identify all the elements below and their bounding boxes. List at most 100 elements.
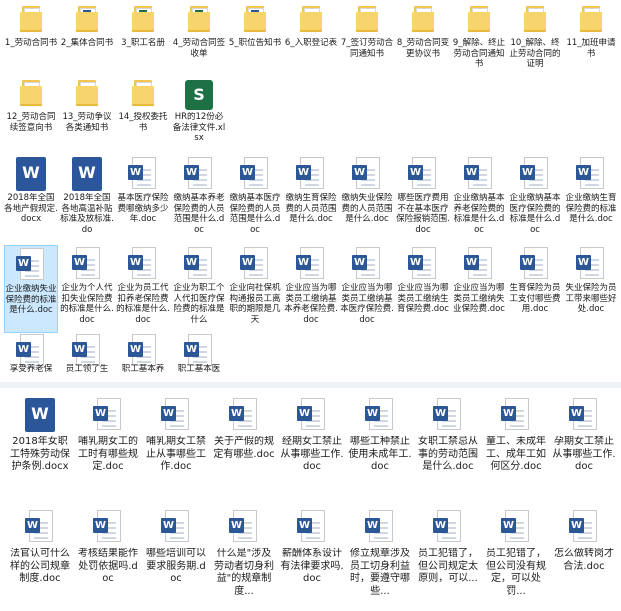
file-item[interactable]: W 考核结果能作处罚依据吗.doc xyxy=(76,508,140,608)
file-item[interactable]: W 薪酬体系设计有法律要求吗.doc xyxy=(280,508,344,608)
file-item[interactable]: W 哪些工种禁止使用未成年工.doc xyxy=(348,396,412,494)
file-item[interactable]: W 员工领了生 xyxy=(60,334,114,376)
word-badge-icon: W xyxy=(365,406,380,421)
file-item[interactable]: W 哪些培训可以要求服务期.doc xyxy=(144,508,208,608)
folder-front xyxy=(188,12,210,32)
file-item[interactable]: W 孕期女工禁止从事哪些工作.doc xyxy=(552,396,616,494)
word-doc-icon: W xyxy=(72,247,102,281)
folder-item[interactable]: 14_授权委托书 xyxy=(116,76,170,146)
file-item[interactable]: W 2018年全国各地高温补贴标准及放标准.do xyxy=(60,155,114,243)
excel-letter: S xyxy=(193,85,205,104)
word-badge-icon: W xyxy=(161,406,176,421)
file-item[interactable]: W 2018年女职工特殊劳动保护条例.docx xyxy=(8,396,72,494)
folder-item[interactable]: 1_劳动合同书 xyxy=(4,2,58,72)
word-doc-icon: W xyxy=(161,510,191,544)
word-doc-icon: W xyxy=(240,247,270,281)
file-item[interactable]: W 企业应当为哪类员工缴纳失业保险费.doc xyxy=(452,245,506,333)
file-item[interactable]: W 经期女工禁止从事哪些工作.doc xyxy=(280,396,344,494)
file-item[interactable]: W 企业缴纳基本养老保险费的标准是什么.doc xyxy=(452,155,506,243)
folder-icon xyxy=(468,6,490,32)
folder-item[interactable]: 10_解除、终止劳动合同的证明 xyxy=(508,2,562,72)
word-letter: W xyxy=(22,163,40,182)
doc-line xyxy=(442,537,456,539)
file-item[interactable]: W 修立规章涉及员工切身利益时，要遵守哪些... xyxy=(348,508,412,608)
file-item[interactable]: W 企业向社保机构通报员工离职的期限是几天 xyxy=(228,245,282,333)
folder-item[interactable]: 3_职工名册 xyxy=(116,2,170,72)
file-label: 4_劳动合同签收单 xyxy=(172,38,226,59)
word-doc-icon: W xyxy=(520,157,550,191)
file-item[interactable]: W 企业为个人代扣失业保险费的标准是什么.doc xyxy=(60,245,114,333)
file-item[interactable]: W 企业为职工个人代扣医疗保险费的标准是什么 xyxy=(172,245,226,333)
file-item[interactable]: W 关于产假的规定有哪些.doc xyxy=(212,396,276,494)
doc-line xyxy=(238,425,252,427)
file-item[interactable]: W 失业保险为员工带来哪些好处.doc xyxy=(564,245,618,333)
file-item[interactable]: W 企业为员工代扣养老保险费的标准是什么.doc xyxy=(116,245,170,333)
folder-item[interactable]: 5_职位告知书 xyxy=(228,2,282,72)
file-label: 缴纳生育保险费的人员范围是什么.doc xyxy=(285,193,337,225)
word-badge-icon: W xyxy=(408,165,423,180)
folder-icon xyxy=(188,6,210,32)
file-item[interactable]: W 企业应当为哪类员工缴纳基本医疗保险费.doc xyxy=(340,245,394,333)
file-item[interactable]: W 享受养老保 xyxy=(4,334,58,376)
file-item[interactable]: W 缴纳失业保险费的人员范围是什么.doc xyxy=(340,155,394,243)
file-item[interactable]: W 哪些医疗费用不在基本医疗保险报销范围.doc xyxy=(396,155,450,243)
folder-item[interactable]: 8_劳动合同变更协议书 xyxy=(396,2,450,72)
folder-item[interactable]: 4_劳动合同签收单 xyxy=(172,2,226,72)
file-item[interactable]: W 哺乳期女工的工时有哪些规定.doc xyxy=(76,396,140,494)
word-doc-icon: W xyxy=(501,398,531,432)
doc-line xyxy=(578,425,592,427)
doc-line xyxy=(137,361,151,363)
doc-line xyxy=(249,274,263,276)
doc-line xyxy=(585,184,599,186)
file-label: 哪些培训可以要求服务期.doc xyxy=(146,548,206,584)
folder-item[interactable]: 12_劳动合同续签意向书 xyxy=(4,76,58,146)
folder-item[interactable]: 13_劳动争议各类通知书 xyxy=(60,76,114,146)
folder-item[interactable]: S HR的12份必备法律文件.xlsx xyxy=(172,76,226,146)
file-item[interactable]: W 企业缴纳基本医疗保险费的标准是什么.doc xyxy=(508,155,562,243)
file-label: 女职工禁忌从事的劳动范围是什么.doc xyxy=(418,436,478,472)
file-item[interactable]: W 职工基本养 xyxy=(116,334,170,376)
file-item[interactable]: W 缴纳生育保险费的人员范围是什么.doc xyxy=(284,155,338,243)
file-item[interactable]: W 基本医疗保险费哪缴纳多少年.doc xyxy=(116,155,170,243)
file-label: 9_解除、终止劳动合同通知书 xyxy=(452,38,506,70)
file-item[interactable]: W 缴纳基本医疗保险费的人员范围是什么.doc xyxy=(228,155,282,243)
file-label: 企业应当为哪类员工缴纳基本养老保险费.doc xyxy=(284,283,338,325)
file-item[interactable]: W 员工犯错了，但公司没有规定，可以处罚... xyxy=(484,508,548,608)
section-divider xyxy=(0,382,621,388)
file-item[interactable]: W 职工基本医 xyxy=(172,334,226,376)
file-item[interactable]: W 缴纳基本养老保险费的人员范围是什么.doc xyxy=(172,155,226,243)
file-item[interactable]: W 哺乳期女工禁止从事哪些工作.doc xyxy=(144,396,208,494)
folder-item[interactable]: 7_签订劳动合同通知书 xyxy=(340,2,394,72)
file-item[interactable]: W 生育保险为员工支付哪些费用.doc xyxy=(508,245,562,333)
doc-line xyxy=(102,425,116,427)
folder-front xyxy=(20,12,42,32)
file-item[interactable]: W 怎么做转岗才合法.doc xyxy=(552,508,616,608)
folder-item[interactable]: 9_解除、终止劳动合同通知书 xyxy=(452,2,506,72)
file-label: 企业应当为哪类员工缴纳失业保险费.doc xyxy=(453,283,505,315)
folder-item[interactable]: 6_入职登记表 xyxy=(284,2,338,72)
file-item[interactable]: W 企业缴纳生育保险费的标准是什么.doc xyxy=(564,155,618,243)
file-item[interactable]: W 女职工禁忌从事的劳动范围是什么.doc xyxy=(416,396,480,494)
file-item[interactable]: W 法官认可什么样的公司规章制度.doc xyxy=(8,508,72,608)
file-label: 8_劳动合同变更协议书 xyxy=(396,38,450,59)
file-item[interactable]: W 2018年全国各地产假规定.docx xyxy=(4,155,58,243)
word-badge-icon: W xyxy=(297,518,312,533)
word-letter: W xyxy=(31,404,49,423)
file-item[interactable]: W 企业缴纳失业保险费的标准是什么.doc xyxy=(4,245,58,333)
file-label: 企业应当为哪类员工缴纳生育保险费.doc xyxy=(397,283,449,315)
file-label: 哺乳期女工的工时有哪些规定.doc xyxy=(78,436,138,472)
file-item[interactable]: W 企业应当为哪类员工缴纳基本养老保险费.doc xyxy=(284,245,338,333)
folder-icon xyxy=(20,80,42,106)
file-item[interactable]: W 什么是"涉及劳动者切身利益"的规章制度... xyxy=(212,508,276,608)
word-doc-icon: W xyxy=(501,510,531,544)
file-item[interactable]: W 企业应当为哪类员工缴纳生育保险费.doc xyxy=(396,245,450,333)
word-doc-icon: W xyxy=(184,157,214,191)
word-doc-icon: W xyxy=(576,157,606,191)
folder-item[interactable]: 2_集体合同书 xyxy=(60,2,114,72)
word-doc-icon: W xyxy=(352,247,382,281)
file-item[interactable]: W 员工犯错了，但公司规定太原则，可以... xyxy=(416,508,480,608)
file-item[interactable]: W 童工、未成年工、成年工如何区分.doc xyxy=(484,396,548,494)
folder-item[interactable]: 11_加班申请书 xyxy=(564,2,618,72)
folder-icon xyxy=(132,6,154,32)
folder-icon xyxy=(356,6,378,32)
